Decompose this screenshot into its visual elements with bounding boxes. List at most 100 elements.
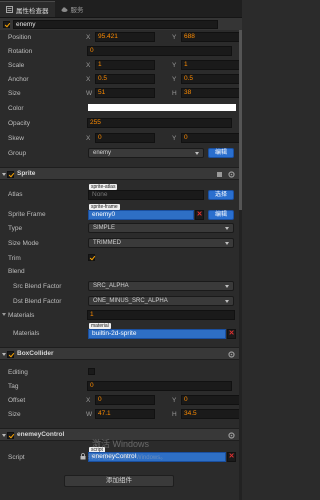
- axis-x-label: X: [86, 75, 91, 83]
- src-blend-label: Src Blend Factor: [13, 282, 62, 290]
- color-row: Color: [0, 101, 242, 115]
- tab-services[interactable]: 服务: [55, 1, 90, 17]
- skew-vector: X 0 Y 0: [86, 133, 241, 143]
- cloud-icon: [61, 6, 68, 13]
- skew-row: Skew X 0 Y 0: [0, 131, 242, 145]
- axis-y-label: Y: [172, 396, 177, 404]
- size-h-input[interactable]: 38: [181, 88, 241, 98]
- dst-blend-select[interactable]: ONE_MINUS_SRC_ALPHA: [88, 296, 234, 306]
- group-edit-button[interactable]: 编辑: [208, 148, 234, 158]
- group-select[interactable]: enemy: [88, 148, 204, 158]
- book-icon[interactable]: [216, 171, 223, 178]
- collapse-arrow-icon[interactable]: [2, 353, 6, 356]
- axis-w-label: W: [86, 89, 93, 97]
- anchor-x-input[interactable]: 0.5: [95, 74, 155, 84]
- materials-field[interactable]: builtin-2d-sprite: [88, 329, 226, 339]
- scale-label: Scale: [8, 61, 25, 69]
- collider-size-w-input[interactable]: 47.1: [95, 409, 155, 419]
- materials-count-input[interactable]: 1: [87, 310, 235, 320]
- materials-label: Materials: [13, 329, 40, 337]
- collapse-arrow-icon[interactable]: [2, 434, 6, 437]
- dst-blend-label: Dst Blend Factor: [13, 297, 62, 305]
- rotation-label: Rotation: [8, 47, 33, 55]
- tag-input[interactable]: 0: [87, 381, 232, 391]
- gear-icon[interactable]: [228, 171, 235, 178]
- size-vector: W 51 H 38: [86, 88, 241, 98]
- offset-y-input[interactable]: 0: [181, 395, 241, 405]
- tag-label: Tag: [8, 382, 19, 390]
- scale-x-input[interactable]: 1: [95, 60, 155, 70]
- skew-x-input[interactable]: 0: [95, 133, 155, 143]
- type-label: Type: [8, 224, 23, 232]
- clear-script-icon[interactable]: ✕: [227, 452, 236, 462]
- offset-vector: X 0 Y 0: [86, 395, 241, 405]
- atlas-row: Atlas sprite-atlas None 选择: [0, 184, 242, 201]
- color-swatch[interactable]: [88, 104, 236, 111]
- axis-x-label: X: [86, 61, 91, 69]
- trim-row: Trim: [0, 251, 242, 265]
- sprite-enabled-checkbox[interactable]: [7, 171, 14, 178]
- scrollbar-thumb[interactable]: [239, 30, 242, 210]
- size-mode-select[interactable]: TRIMMED: [88, 238, 234, 248]
- collider-size-h-input[interactable]: 34.5: [181, 409, 241, 419]
- size-w-input[interactable]: 51: [95, 88, 155, 98]
- blend-row: Blend: [0, 264, 242, 278]
- sprite-title: Sprite: [17, 170, 36, 177]
- sprite-frame-field[interactable]: enemy0: [88, 210, 194, 220]
- clear-material-icon[interactable]: ✕: [227, 329, 236, 339]
- inspector-tabbar: 属性检查器 服务: [0, 0, 242, 18]
- position-vector: X 95.421 Y 688: [86, 32, 241, 42]
- blend-label: Blend: [8, 267, 25, 275]
- collider-size-row: Size W 47.1 H 34.5: [0, 407, 242, 421]
- editing-label: Editing: [8, 368, 28, 376]
- skew-y-input[interactable]: 0: [181, 133, 241, 143]
- sprite-frame-edit-button[interactable]: 编辑: [208, 210, 234, 220]
- scale-row: Scale X 1 Y 1: [0, 58, 242, 72]
- color-label: Color: [8, 104, 24, 112]
- type-select[interactable]: SIMPLE: [88, 223, 234, 233]
- gear-icon[interactable]: [228, 432, 235, 439]
- axis-h-label: H: [172, 89, 177, 97]
- trim-checkbox[interactable]: [88, 254, 95, 261]
- node-active-checkbox[interactable]: [3, 20, 10, 28]
- position-x-input[interactable]: 95.421: [95, 32, 155, 42]
- lock-icon: [80, 453, 86, 462]
- atlas-field[interactable]: None: [88, 190, 204, 200]
- position-y-input[interactable]: 688: [181, 32, 241, 42]
- axis-y-label: Y: [172, 75, 177, 83]
- trim-label: Trim: [8, 254, 21, 262]
- offset-x-input[interactable]: 0: [95, 395, 155, 405]
- size-label: Size: [8, 89, 21, 97]
- enemeycontrol-enabled-checkbox[interactable]: [7, 432, 14, 439]
- collapse-arrow-icon[interactable]: [2, 173, 6, 176]
- axis-y-label: Y: [172, 134, 177, 142]
- boxcollider-component-header[interactable]: BoxCollider: [0, 347, 242, 360]
- anchor-y-input[interactable]: 0.5: [181, 74, 241, 84]
- boxcollider-enabled-checkbox[interactable]: [7, 351, 14, 358]
- materials-count-label: Materials: [8, 311, 35, 319]
- dst-blend-row: Dst Blend Factor ONE_MINUS_SRC_ALPHA: [0, 294, 242, 308]
- offset-row: Offset X 0 Y 0: [0, 393, 242, 407]
- axis-w-label: W: [86, 410, 93, 418]
- position-row: Position X 95.421 Y 688: [0, 30, 242, 44]
- src-blend-select[interactable]: SRC_ALPHA: [88, 281, 234, 291]
- axis-x-label: X: [86, 33, 91, 41]
- sprite-component-header[interactable]: Sprite: [0, 167, 242, 180]
- offset-label: Offset: [8, 396, 26, 404]
- editing-checkbox[interactable]: [88, 368, 95, 375]
- scale-vector: X 1 Y 1: [86, 60, 241, 70]
- opacity-input[interactable]: 255: [87, 118, 232, 128]
- clear-sprite-frame-icon[interactable]: ✕: [195, 210, 204, 220]
- tab-inspector[interactable]: 属性检查器: [0, 1, 55, 17]
- axis-y-label: Y: [172, 61, 177, 69]
- node-header: [0, 18, 242, 30]
- scale-y-input[interactable]: 1: [181, 60, 241, 70]
- gear-icon[interactable]: [228, 351, 235, 358]
- expand-arrow-icon[interactable]: [2, 313, 6, 316]
- atlas-select-button[interactable]: 选择: [208, 190, 234, 200]
- sprite-frame-row: Sprite Frame sprite-frame enemy0 ✕ 编辑: [0, 204, 242, 221]
- src-blend-row: Src Blend Factor SRC_ALPHA: [0, 279, 242, 293]
- node-name-input[interactable]: [13, 19, 218, 29]
- add-component-button[interactable]: 添加组件: [64, 475, 174, 487]
- rotation-input[interactable]: 0: [87, 46, 232, 56]
